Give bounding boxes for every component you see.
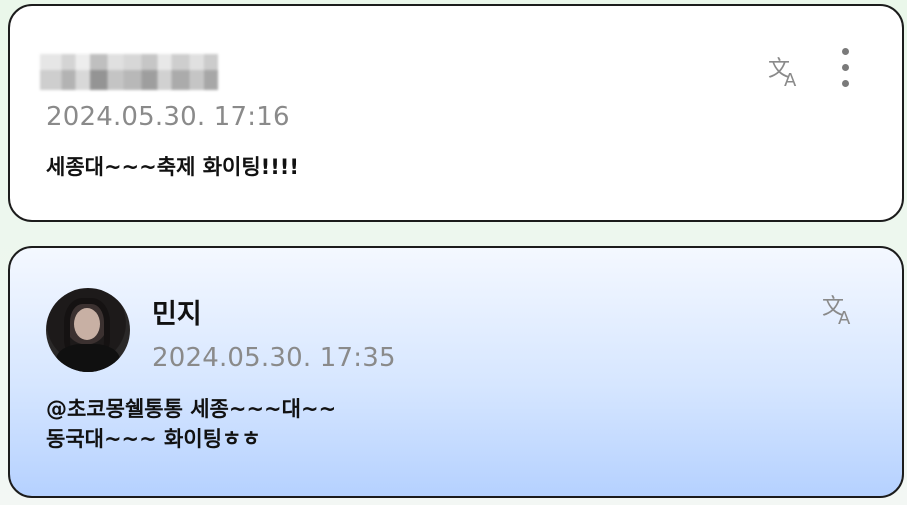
comment-timestamp: 2024.05.30. 17:35 — [152, 343, 396, 373]
svg-text:A: A — [838, 308, 851, 328]
reply-card: 민지 2024.05.30. 17:35 @초코몽쉘통통 세종~~~대~~ 동국… — [8, 246, 904, 498]
author-name[interactable]: 민지 — [152, 292, 202, 331]
comment-card: 2024.05.30. 17:16 세종대~~~축제 화이팅!!!! 文 A — [8, 4, 904, 222]
comment-text: @초코몽쉘통통 세종~~~대~~ 동국대~~~ 화이팅ㅎㅎ — [46, 397, 337, 451]
comment-text: 세종대~~~축제 화이팅!!!! — [46, 155, 299, 179]
more-vertical-icon[interactable] — [836, 46, 856, 92]
author-name-blurred — [40, 54, 218, 90]
translate-icon[interactable]: 文 A — [766, 50, 806, 91]
avatar[interactable] — [46, 288, 130, 372]
comment-timestamp: 2024.05.30. 17:16 — [46, 102, 290, 132]
svg-text:A: A — [784, 70, 797, 90]
translate-icon[interactable]: 文 A — [820, 288, 860, 329]
